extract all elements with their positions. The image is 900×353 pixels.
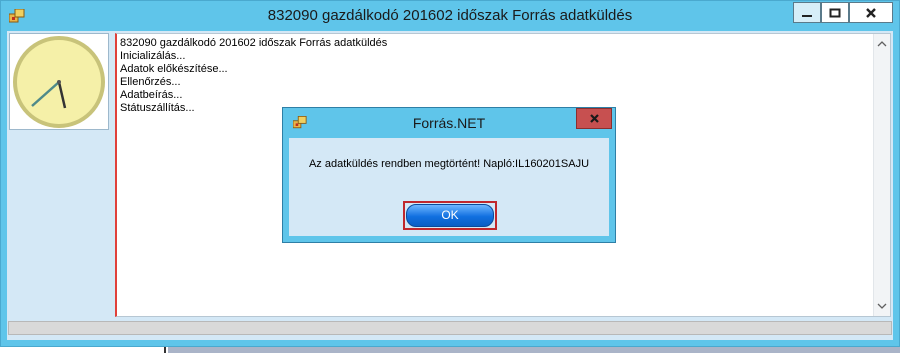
dialog-close-button[interactable] bbox=[576, 108, 612, 129]
log-line: 832090 gazdálkodó 201602 időszak Forrás … bbox=[120, 37, 388, 49]
log-lines: 832090 gazdálkodó 201602 időszak Forrás … bbox=[120, 37, 387, 115]
background-window-edge bbox=[0, 347, 900, 353]
minimize-button[interactable] bbox=[793, 2, 821, 23]
close-button[interactable] bbox=[849, 2, 893, 23]
edge-segment bbox=[168, 347, 900, 353]
clock-icon bbox=[13, 36, 105, 128]
ok-button[interactable]: OK bbox=[406, 204, 494, 227]
log-line: Adatok előkészítése... bbox=[120, 63, 228, 75]
log-line: Ellenőrzés... bbox=[120, 76, 181, 88]
progress-bar bbox=[8, 321, 892, 335]
maximize-button[interactable] bbox=[821, 2, 849, 23]
window-title: 832090 gazdálkodó 201602 időszak Forrás … bbox=[267, 7, 633, 24]
dialog-message: Az adatküldés rendben megtörtént! Napló:… bbox=[308, 158, 590, 170]
log-line: Inicializálás... bbox=[120, 50, 186, 62]
log-line: Adatbeírás... bbox=[120, 89, 183, 101]
title-bar[interactable]: 832090 gazdálkodó 201602 időszak Forrás … bbox=[1, 1, 899, 31]
scroll-down-icon[interactable] bbox=[876, 299, 888, 313]
scroll-up-icon[interactable] bbox=[876, 37, 888, 51]
close-icon bbox=[589, 114, 599, 123]
maximize-icon bbox=[829, 8, 841, 17]
clock-panel bbox=[9, 33, 109, 130]
close-icon bbox=[866, 7, 876, 18]
edge-marker bbox=[164, 347, 166, 353]
ok-button-focus-frame: OK bbox=[403, 201, 497, 230]
minimize-icon bbox=[802, 14, 812, 17]
message-dialog: Forrás.NET Az adatküldés rendben megtört… bbox=[282, 107, 616, 243]
dialog-body: Az adatküldés rendben megtörtént! Napló:… bbox=[289, 138, 609, 236]
dialog-title: Forrás.NET bbox=[412, 115, 486, 131]
vertical-scrollbar[interactable] bbox=[873, 34, 890, 316]
